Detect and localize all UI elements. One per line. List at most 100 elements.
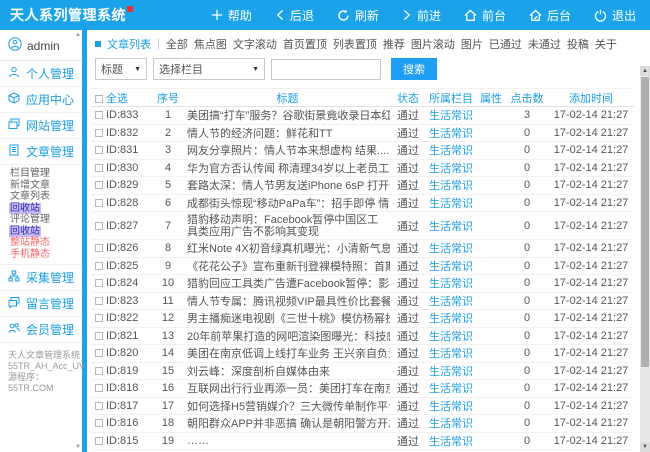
row-title-link[interactable]: 20年前苹果打造的网吧渲染图曝光：科技感十足	[185, 327, 390, 345]
back-button[interactable]: 后退	[275, 7, 314, 24]
submenu-item[interactable]: 回收站	[9, 226, 82, 238]
refresh-button[interactable]: 刷新	[337, 7, 379, 24]
filter-tab[interactable]: 列表置顶	[333, 36, 377, 52]
field-select[interactable]: 标题 ▼	[95, 58, 147, 80]
row-category-link[interactable]: 生活常识	[426, 432, 476, 450]
row-checkbox[interactable]	[95, 262, 103, 270]
row-category-link[interactable]: 生活常识	[426, 275, 476, 293]
row-title-link[interactable]: 情人节的经济问题：鲜花和TT	[185, 124, 390, 142]
row-checkbox[interactable]	[95, 181, 103, 189]
submenu-item[interactable]: 回收站	[9, 203, 82, 215]
filter-tab[interactable]: 关于	[595, 36, 617, 52]
filter-tab[interactable]: 投稿	[567, 36, 589, 52]
row-title-link[interactable]: 男主播痴迷电视剧《三世十桃》模仿杨幂扮相惊艳众人	[185, 310, 390, 328]
row-title-link[interactable]: 美团搞“打车”服务？谷歌街景竟收录日本红灯区！	[185, 107, 390, 125]
sidebar-item-personal[interactable]: 个人管理	[0, 61, 82, 87]
row-category-link[interactable]: 生活常识	[426, 415, 476, 433]
row-title-link[interactable]: 互联网出行行业再添一员：美团打车在南京低调试运行	[185, 380, 390, 398]
row-title-link[interactable]: 成都街头惊现“移动PaPa车”：招手即停 情人节特供	[185, 194, 390, 212]
row-checkbox[interactable]	[95, 419, 103, 427]
row-checkbox[interactable]	[95, 349, 103, 357]
row-title-link[interactable]: 猎豹回应工具类广告遭Facebook暂停：影响非常有限	[185, 275, 390, 293]
submenu-item[interactable]: 文章列表	[9, 191, 82, 203]
row-checkbox[interactable]	[95, 437, 103, 445]
user-row[interactable]: admin	[0, 30, 82, 61]
row-checkbox[interactable]	[95, 402, 103, 410]
row-checkbox[interactable]	[95, 384, 103, 392]
row-category-link[interactable]: 生活常识	[426, 142, 476, 160]
row-category-link[interactable]: 生活常识	[426, 380, 476, 398]
sidebar-item-members[interactable]: 会员管理	[0, 317, 82, 343]
filter-tab[interactable]: 首页置顶	[283, 36, 327, 52]
sidebar-item-articles[interactable]: 文章管理	[0, 139, 82, 165]
forward-button[interactable]: 前进	[402, 7, 441, 24]
filter-tab[interactable]: 推荐	[383, 36, 405, 52]
select-all-header[interactable]: 全选	[91, 89, 151, 107]
row-checkbox[interactable]	[95, 279, 103, 287]
row-title-link[interactable]: 情人节专属：腾讯视频VIP最具性价比套餐来了	[185, 292, 390, 310]
submenu-item[interactable]: 栏目管理	[9, 168, 82, 180]
scroll-up-icon[interactable]: ▲	[640, 66, 650, 76]
search-button[interactable]: 搜索	[391, 58, 437, 80]
category-select[interactable]: 选择栏目 ▼	[153, 58, 265, 80]
row-category-link[interactable]: 生活常识	[426, 107, 476, 125]
sidebar-scroll-down-icon[interactable]: ▼	[75, 444, 81, 450]
filter-tab[interactable]: 全部	[166, 36, 188, 52]
row-checkbox[interactable]	[95, 332, 103, 340]
select-all-checkbox[interactable]	[95, 95, 103, 103]
row-title-link[interactable]: ……	[185, 432, 390, 450]
row-title-link[interactable]: 朝阳群众APP并非恶搞 确认是朝阳警方开发	[185, 415, 390, 433]
submenu-item[interactable]: 整站静态	[9, 237, 82, 249]
row-checkbox[interactable]	[95, 129, 103, 137]
logout-button[interactable]: 退出	[594, 7, 636, 24]
help-button[interactable]: 帮助	[211, 7, 252, 24]
sidebar-item-apps[interactable]: 应用中心	[0, 87, 82, 113]
row-category-link[interactable]: 生活常识	[426, 159, 476, 177]
main-scrollbar[interactable]: ▲ ▼	[640, 66, 650, 452]
row-category-link[interactable]: 生活常识	[426, 362, 476, 380]
sidebar-item-messages[interactable]: 留言管理	[0, 291, 82, 317]
filter-tab[interactable]: 已通过	[489, 36, 522, 52]
row-title-link[interactable]: 红米Note 4X初音绿真机曝光：小清新气息十足	[185, 240, 390, 258]
filter-tab[interactable]: 焦点图	[194, 36, 227, 52]
sidebar-scroll-up-icon[interactable]: ▲	[75, 32, 81, 38]
row-title-link[interactable]: 《花花公子》宣布重新刊登裸模特照：首期曝光	[185, 257, 390, 275]
row-checkbox[interactable]	[95, 222, 103, 230]
submenu-item[interactable]: 手机静态	[9, 249, 82, 261]
row-checkbox[interactable]	[95, 111, 103, 119]
row-checkbox[interactable]	[95, 367, 103, 375]
backend-button[interactable]: 后台	[529, 7, 571, 24]
row-title-link[interactable]: 猎豹移动声明：Facebook暂停中国区工具类应用广告不影响其变现	[185, 212, 390, 240]
row-checkbox[interactable]	[95, 146, 103, 154]
row-category-link[interactable]: 生活常识	[426, 397, 476, 415]
tab-article-list[interactable]: 文章列表	[107, 36, 151, 52]
row-title-link[interactable]: 网友分享照片：情人节本来想虚构 结果......	[185, 142, 390, 160]
row-title-link[interactable]: 美团在南京低调上线打车业务 王兴亲自负责	[185, 345, 390, 363]
row-checkbox[interactable]	[95, 244, 103, 252]
row-title-link[interactable]: 套路太深：情人节男友送iPhone 6sP 打开一看...	[185, 177, 390, 195]
row-title-link[interactable]: 如何选择H5营销媒介？三大微传单制作平台对比给你看	[185, 397, 390, 415]
frontend-button[interactable]: 前台	[464, 7, 506, 24]
row-category-link[interactable]: 生活常识	[426, 240, 476, 258]
submenu-item[interactable]: 新增文章	[9, 180, 82, 192]
row-category-link[interactable]: 生活常识	[426, 194, 476, 212]
row-checkbox[interactable]	[95, 199, 103, 207]
row-category-link[interactable]: 生活常识	[426, 212, 476, 240]
filter-tab[interactable]: 图片滚动	[411, 36, 455, 52]
sidebar-item-collect[interactable]: 采集管理	[0, 265, 82, 291]
filter-tab[interactable]: 图片	[461, 36, 483, 52]
row-category-link[interactable]: 生活常识	[426, 177, 476, 195]
row-title-link[interactable]: 刘云峰：深度剖析自媒体由来	[185, 362, 390, 380]
search-input[interactable]	[271, 59, 381, 80]
row-checkbox[interactable]	[95, 314, 103, 322]
filter-tab[interactable]: 文字滚动	[233, 36, 277, 52]
row-category-link[interactable]: 生活常识	[426, 345, 476, 363]
row-category-link[interactable]: 生活常识	[426, 310, 476, 328]
sidebar-item-website[interactable]: 网站管理	[0, 113, 82, 139]
row-category-link[interactable]: 生活常识	[426, 327, 476, 345]
row-title-link[interactable]: 华为官方否认传闻 称清理34岁以上老员工纯属谣言	[185, 159, 390, 177]
row-category-link[interactable]: 生活常识	[426, 292, 476, 310]
row-category-link[interactable]: 生活常识	[426, 124, 476, 142]
scrollbar-thumb[interactable]	[641, 77, 649, 367]
row-checkbox[interactable]	[95, 297, 103, 305]
